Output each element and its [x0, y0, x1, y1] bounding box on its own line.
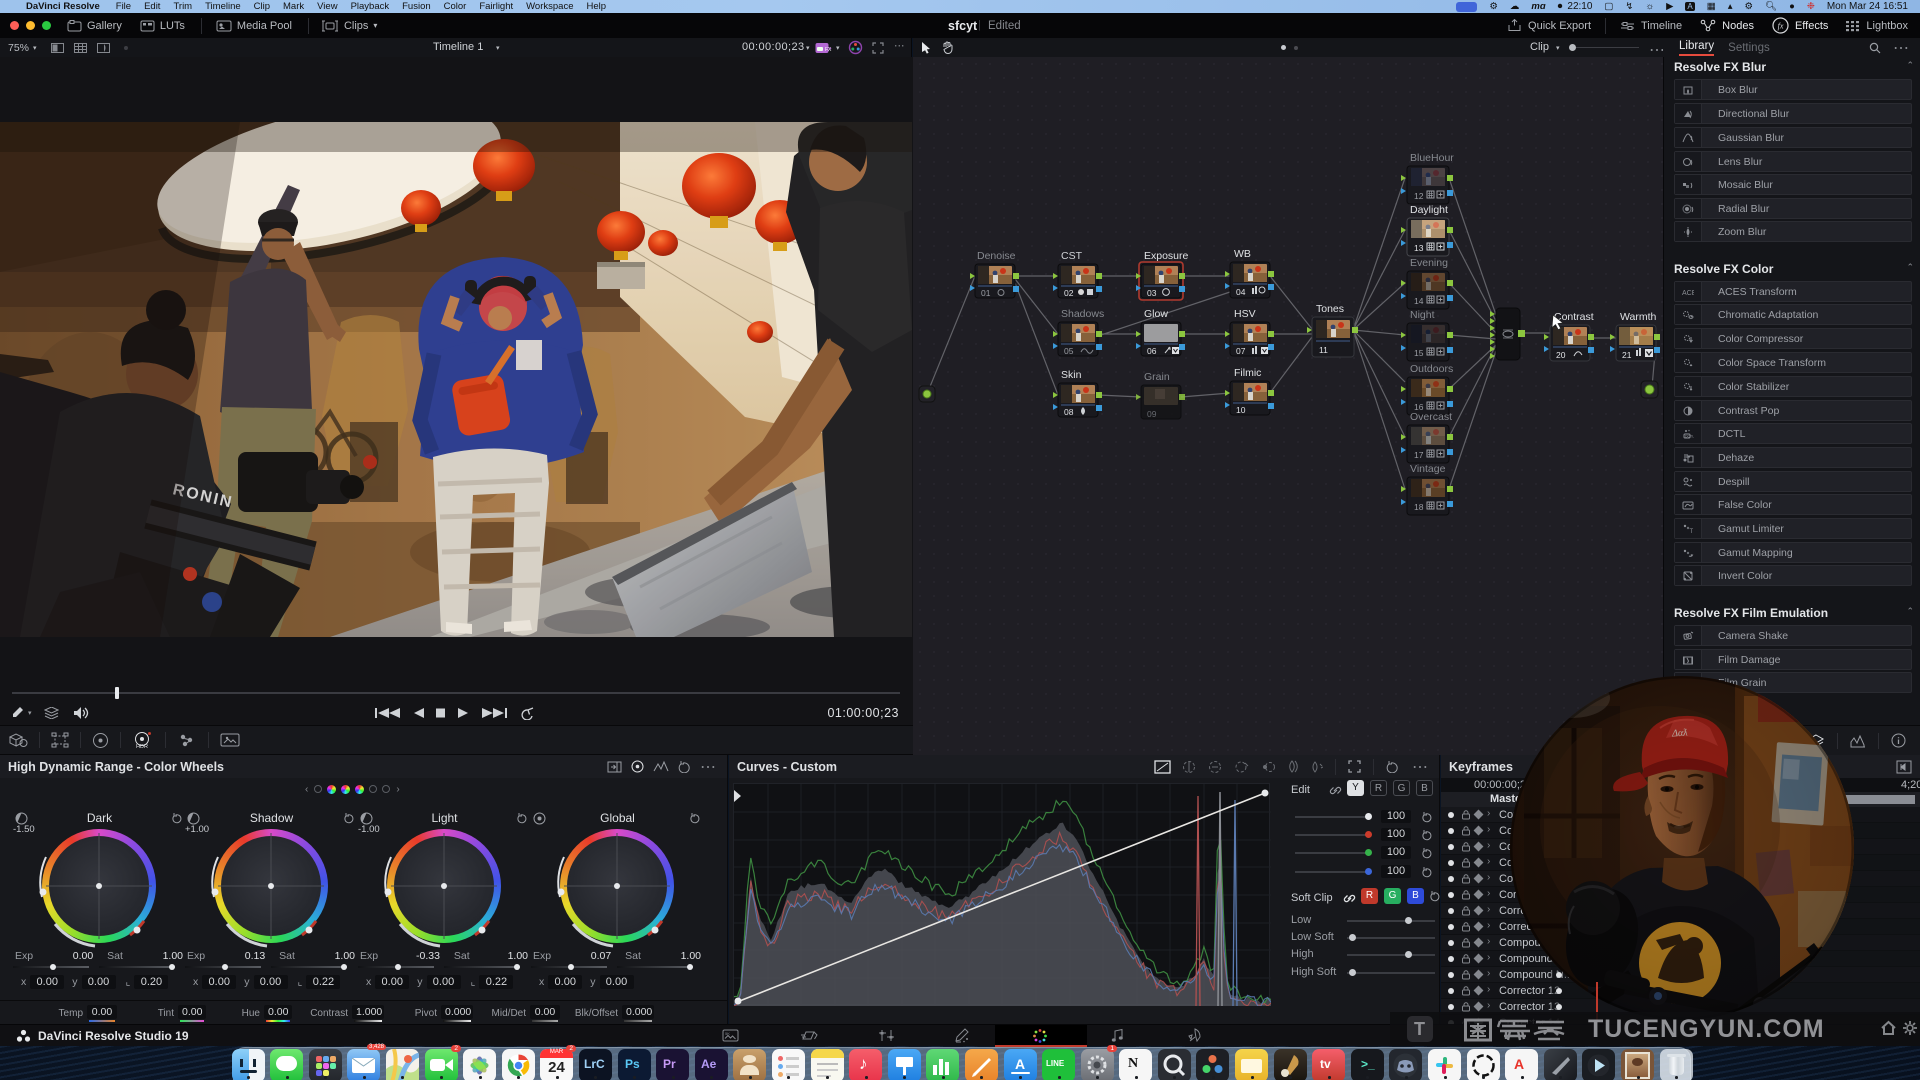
svg-text:14: 14: [1414, 296, 1424, 306]
svg-text:21: 21: [1622, 350, 1632, 360]
svg-text:09: 09: [1147, 409, 1157, 419]
svg-text:Skin: Skin: [1061, 369, 1082, 381]
svg-text:ACES: ACES: [1682, 290, 1694, 297]
svg-text:03: 03: [1147, 288, 1157, 298]
svg-text:11: 11: [1319, 345, 1328, 355]
svg-text:Filmic: Filmic: [1234, 367, 1261, 379]
svg-text:13: 13: [1414, 243, 1424, 253]
svg-text:5K: 5K: [725, 1031, 730, 1036]
svg-text:FX: FX: [825, 47, 832, 53]
svg-text:18: 18: [1414, 502, 1424, 512]
svg-text:Denoise: Denoise: [977, 250, 1016, 262]
svg-text:07: 07: [1236, 346, 1246, 356]
svg-text:Vintage: Vintage: [1410, 463, 1446, 475]
svg-text:fx: fx: [1778, 22, 1784, 31]
svg-text:HSV: HSV: [1234, 308, 1256, 320]
svg-text:Exposure: Exposure: [1144, 250, 1189, 262]
svg-text:05: 05: [1064, 346, 1074, 356]
svg-text:Night: Night: [1410, 309, 1435, 321]
svg-text:02: 02: [1064, 288, 1074, 298]
svg-text:06: 06: [1147, 346, 1157, 356]
svg-text:10: 10: [1236, 405, 1246, 415]
svg-text:Daylight: Daylight: [1410, 204, 1448, 216]
svg-text:CST: CST: [1061, 250, 1083, 262]
svg-text:DCTL: DCTL: [1685, 434, 1694, 438]
svg-text:BlueHour: BlueHour: [1410, 152, 1454, 164]
svg-text:17: 17: [1414, 450, 1424, 460]
svg-text:04: 04: [1236, 287, 1246, 297]
svg-text:HDR: HDR: [136, 744, 148, 749]
svg-text:WB: WB: [1234, 248, 1251, 260]
svg-text:08: 08: [1064, 407, 1074, 417]
svg-text:Shadows: Shadows: [1061, 308, 1104, 320]
svg-text:15: 15: [1414, 348, 1424, 358]
svg-text:12: 12: [1414, 191, 1424, 201]
svg-text:Glow: Glow: [1144, 308, 1168, 320]
svg-text:Overcast: Overcast: [1410, 411, 1452, 423]
svg-text:Outdoors: Outdoors: [1410, 363, 1453, 375]
svg-text:20: 20: [1556, 350, 1566, 360]
svg-text:Evening: Evening: [1410, 257, 1448, 269]
svg-text:01: 01: [981, 288, 991, 298]
svg-text:T: T: [1690, 529, 1694, 535]
svg-text:Grain: Grain: [1144, 371, 1170, 383]
svg-text:Tones: Tones: [1316, 303, 1344, 315]
svg-text:Warmth: Warmth: [1620, 311, 1657, 323]
